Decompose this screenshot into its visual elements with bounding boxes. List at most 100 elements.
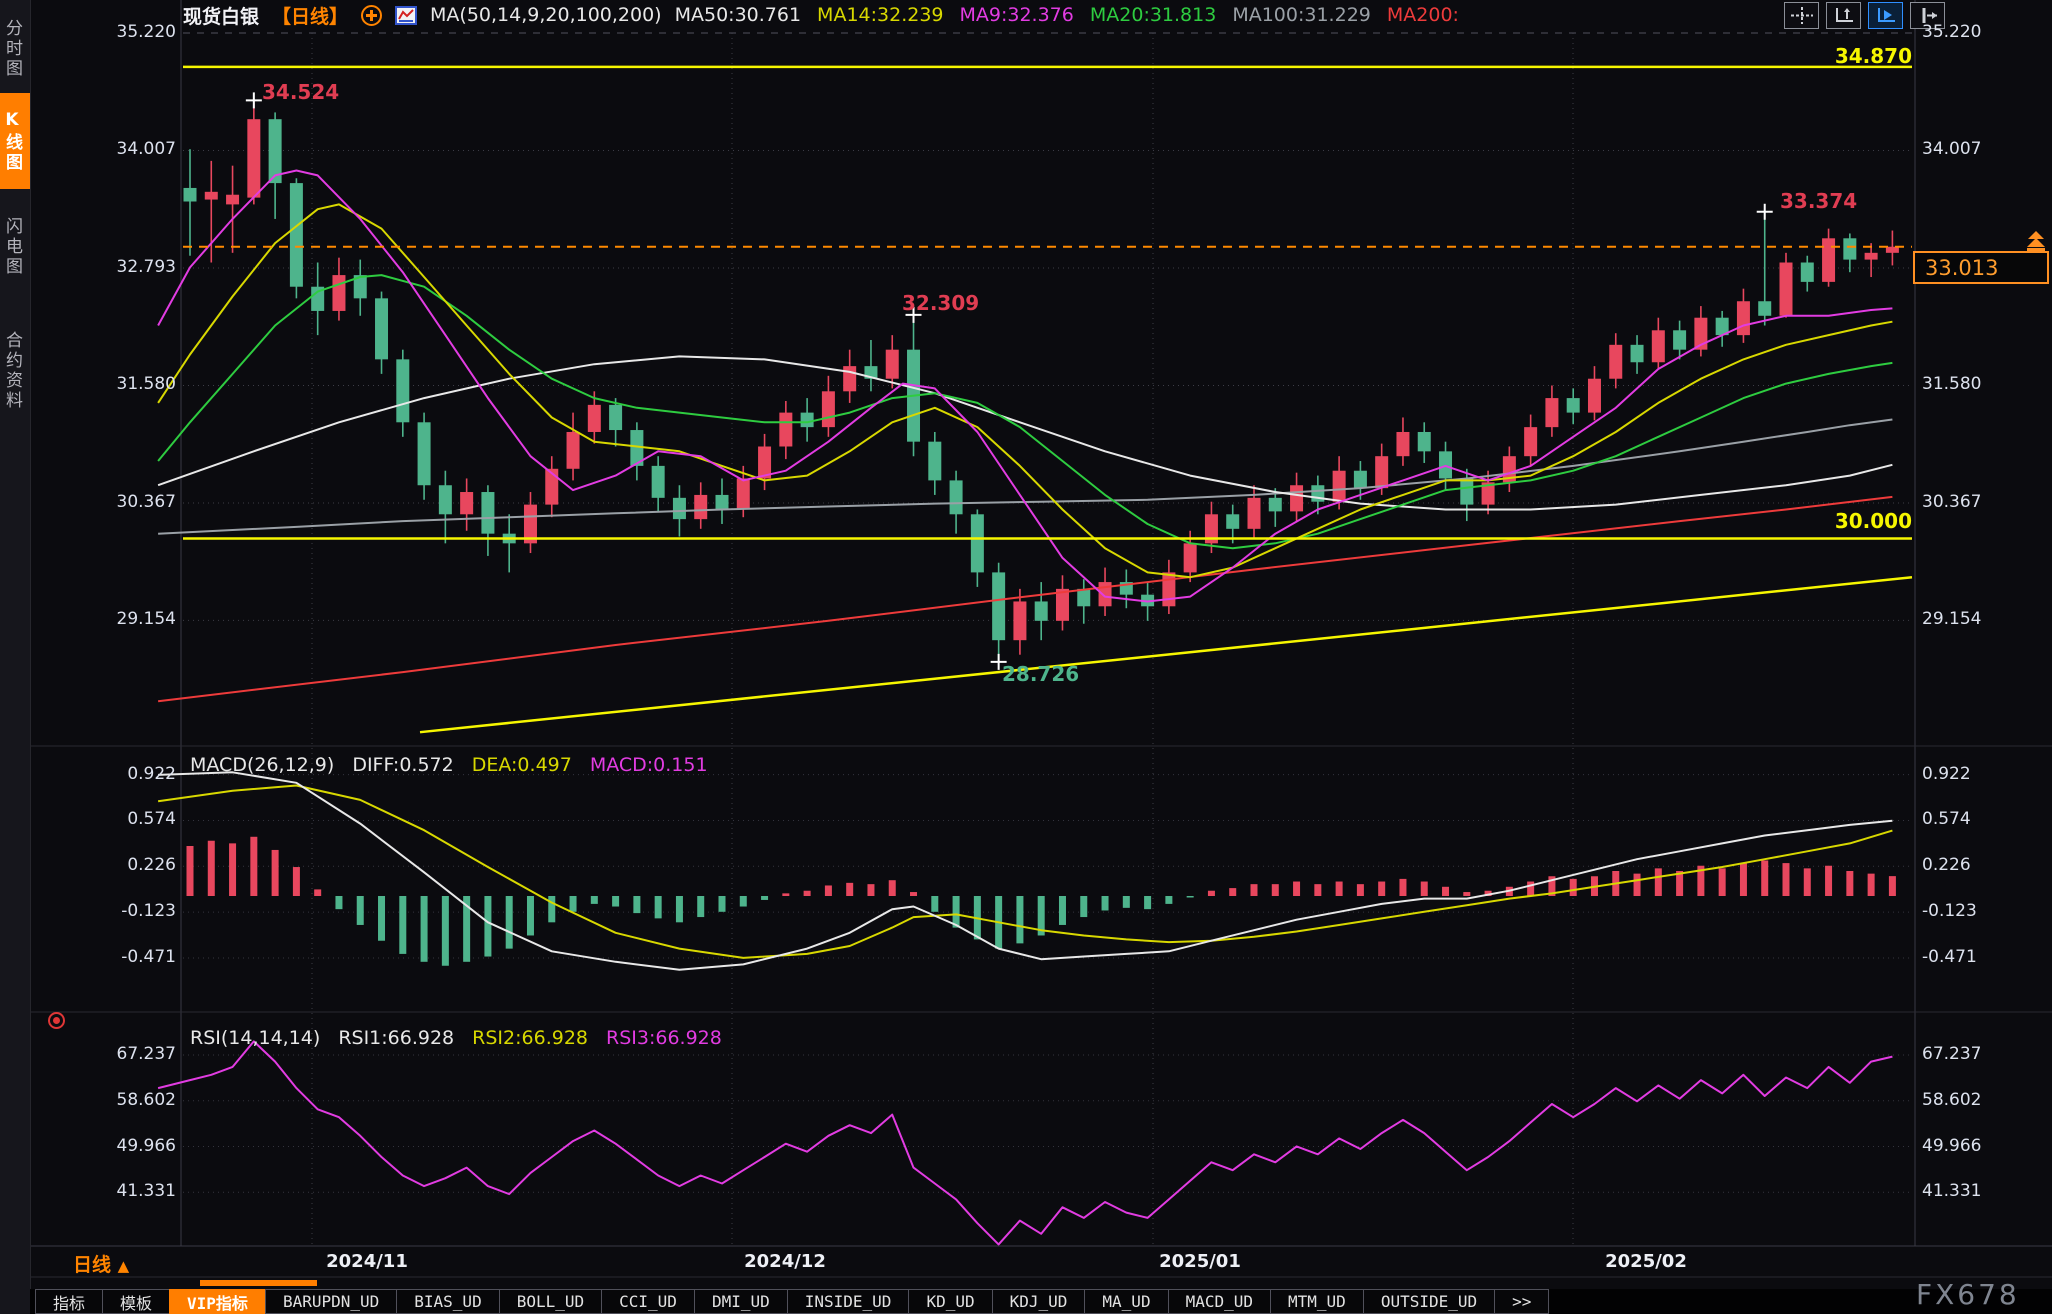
indicator-tab-INSIDE_UD[interactable]: INSIDE_UD <box>787 1289 910 1314</box>
price-axis-tick: 29.154 <box>96 609 176 629</box>
price-axis-tick: 30.367 <box>1922 492 1981 512</box>
indicator-tab-CCI_UD[interactable]: CCI_UD <box>601 1289 695 1314</box>
indicator-tab-MACD_UD[interactable]: MACD_UD <box>1168 1289 1271 1314</box>
price-annotation-hline-low: 30.000 <box>1835 509 1912 533</box>
rsi3-value: RSI3:66.928 <box>606 1027 722 1049</box>
macd-axis-tick: 0.574 <box>1922 809 1971 829</box>
current-price-box: 33.013 <box>1913 251 2049 284</box>
price-axis-tick: 31.580 <box>1922 374 1981 394</box>
mini-chart-icon[interactable] <box>395 6 417 25</box>
price-axis-tick: 35.220 <box>96 22 176 42</box>
rsi2-value: RSI2:66.928 <box>472 1027 588 1049</box>
price-axis-tick: 31.580 <box>96 374 176 394</box>
ma-legend-value: MA9:32.376 <box>960 4 1074 26</box>
indicator-tab-BIAS_UD[interactable]: BIAS_UD <box>396 1289 499 1314</box>
price-axis-tick: 34.007 <box>1922 139 1981 159</box>
date-axis-label: 2025/01 <box>1140 1251 1260 1272</box>
indicator-tab-VIP指标[interactable]: VIP指标 <box>169 1289 266 1314</box>
macd-axis-tick: 0.226 <box>96 855 176 875</box>
sidebar-item-active-K线图[interactable]: K线图 <box>0 93 30 189</box>
macd-title: MACD(26,12,9) <box>190 754 334 776</box>
price-annotation-peak-oct: 34.524 <box>262 80 339 104</box>
date-axis-label: 2024/11 <box>307 1251 427 1272</box>
ma-legend-value: MA100:31.229 <box>1232 4 1371 26</box>
ma-legend-value: MA14:32.239 <box>817 4 943 26</box>
rsi-layer <box>158 1041 1892 1244</box>
price-axis-tick: 32.793 <box>96 257 176 277</box>
macd-layer <box>158 772 1896 969</box>
ma-formula: MA(50,14,9,20,100,200) <box>430 4 662 26</box>
rsi-axis-tick: 67.237 <box>1922 1044 1981 1064</box>
period-selector[interactable]: 日线 ▲ <box>73 1250 129 1277</box>
horizontal-scrollbar-thumb[interactable] <box>200 1280 317 1286</box>
rsi-axis-tick: 67.237 <box>96 1044 176 1064</box>
ma-legend: MA50:30.761 MA14:32.239 MA9:32.376 MA20:31.… <box>675 4 1459 26</box>
macd-axis-tick: -0.471 <box>1922 947 1977 967</box>
price-axis-tick: 34.007 <box>96 139 176 159</box>
indicator-tab-bar: 指标模板VIP指标BARUPDN_UDBIAS_UDBOLL_UDCCI_UDD… <box>30 1289 2052 1314</box>
watermark: FX678 <box>1916 1278 2020 1311</box>
crosshair-tool-icon[interactable] <box>1784 2 1819 29</box>
price-annotation-peak-dec: 32.309 <box>902 291 979 315</box>
ma-legend-value: MA20:31.813 <box>1090 4 1216 26</box>
macd-axis-tick: -0.123 <box>96 901 176 921</box>
date-axis-label: 2024/12 <box>725 1251 845 1272</box>
left-sidebar: 分时图K线图闪电图合约资料 <box>0 0 31 1314</box>
drawn-lines-layer <box>183 67 1912 732</box>
macd-diff-value: DIFF:0.572 <box>352 754 453 776</box>
indicator-tab-KDJ_UD[interactable]: KDJ_UD <box>992 1289 1086 1314</box>
price-up-arrows-icon <box>2023 231 2049 255</box>
price-axis-tick: 29.154 <box>1922 609 1981 629</box>
indicator-tab-指标[interactable]: 指标 <box>35 1289 103 1314</box>
macd-macd-value: MACD:0.151 <box>590 754 708 776</box>
macd-axis-tick: 0.922 <box>96 764 176 784</box>
rsi-panel-header: RSI(14,14,14) RSI1:66.928 RSI2:66.928 RS… <box>190 1027 722 1049</box>
auto-scale-icon[interactable] <box>1868 2 1903 29</box>
rsi-title: RSI(14,14,14) <box>190 1027 320 1049</box>
candles-layer <box>184 100 1899 661</box>
rsi1-value: RSI1:66.928 <box>338 1027 454 1049</box>
rsi-axis-tick: 49.966 <box>1922 1136 1981 1156</box>
indicator-tab-OUTSIDE_UD[interactable]: OUTSIDE_UD <box>1363 1289 1495 1314</box>
rsi-axis-tick: 49.966 <box>96 1136 176 1156</box>
y-axis-range-icon[interactable] <box>1826 2 1861 29</box>
record-dot-icon <box>48 1012 65 1029</box>
indicator-tab-MA_UD[interactable]: MA_UD <box>1084 1289 1168 1314</box>
sidebar-item-闪电图[interactable]: 闪电图 <box>0 198 30 296</box>
chart-app: 分时图K线图闪电图合约资料 现货白银 【日线】 MA(50,14,9,20,10… <box>0 0 2052 1314</box>
macd-axis-tick: 0.922 <box>1922 764 1971 784</box>
sidebar-item-合约资料[interactable]: 合约资料 <box>0 308 30 434</box>
date-axis-label: 2025/02 <box>1586 1251 1706 1272</box>
price-axis-tick: 30.367 <box>96 492 176 512</box>
indicator-tab-BOLL_UD[interactable]: BOLL_UD <box>499 1289 602 1314</box>
rsi-axis-tick: 41.331 <box>96 1181 176 1201</box>
period-selector-arrow-icon: ▲ <box>118 1257 130 1275</box>
cross-markers-layer <box>246 92 1773 669</box>
rsi-axis-tick: 41.331 <box>1922 1181 1981 1201</box>
indicator-tab-MTM_UD[interactable]: MTM_UD <box>1270 1289 1364 1314</box>
chart-canvas[interactable] <box>0 0 2052 1314</box>
ma-legend-value: MA50:30.761 <box>675 4 801 26</box>
sidebar-item-分时图[interactable]: 分时图 <box>0 6 30 92</box>
indicator-tab-KD_UD[interactable]: KD_UD <box>908 1289 992 1314</box>
price-annotation-peak-feb: 33.374 <box>1780 189 1857 213</box>
macd-dea-value: DEA:0.497 <box>472 754 572 776</box>
symbol-title: 现货白银 <box>183 2 259 29</box>
macd-axis-tick: -0.123 <box>1922 901 1977 921</box>
price-axis-tick: 35.220 <box>1922 22 1981 42</box>
indicator-tab-BARUPDN_UD[interactable]: BARUPDN_UD <box>265 1289 397 1314</box>
price-annotation-hline-high: 34.870 <box>1835 44 1912 68</box>
current-price-value: 33.013 <box>1925 256 1998 280</box>
period-selector-label: 日线 <box>73 1254 111 1276</box>
chart-toolbar <box>1784 2 1945 29</box>
indicator-tab-模板[interactable]: 模板 <box>102 1289 170 1314</box>
rsi-axis-tick: 58.602 <box>96 1090 176 1110</box>
add-indicator-icon[interactable] <box>361 5 382 26</box>
macd-axis-tick: 0.574 <box>96 809 176 829</box>
chart-header: 现货白银 【日线】 MA(50,14,9,20,100,200) MA50:30… <box>183 2 1459 28</box>
ma-legend-value: MA200: <box>1387 4 1459 26</box>
macd-axis-tick: -0.471 <box>96 947 176 967</box>
indicator-tab->>[interactable]: >> <box>1494 1289 1549 1314</box>
price-annotation-low-dec: 28.726 <box>1002 662 1079 686</box>
indicator-tab-DMI_UD[interactable]: DMI_UD <box>694 1289 788 1314</box>
